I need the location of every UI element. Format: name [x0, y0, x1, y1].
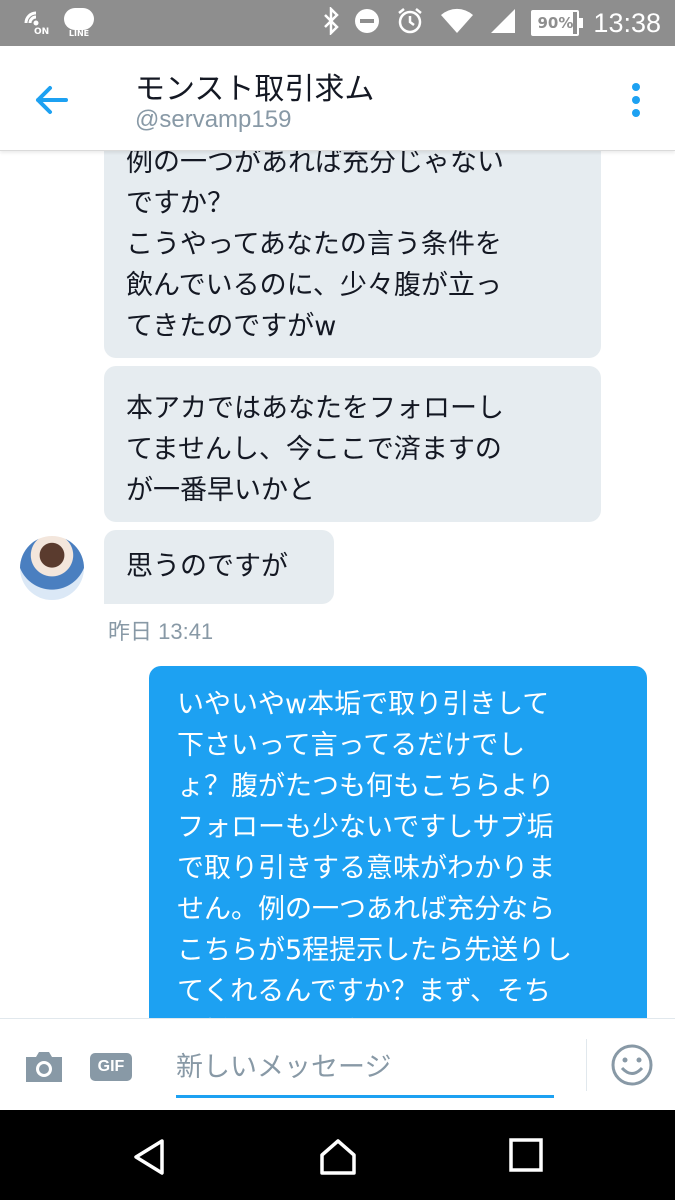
message-timestamp: 昨日 13:41 [108, 619, 214, 644]
more-options-icon[interactable] [631, 82, 641, 118]
status-bar: ON LINE 90% 13:38 [0, 0, 675, 46]
signal-icon [489, 7, 517, 39]
conversation-header: モンスト取引求ム @servamp159 [0, 46, 675, 151]
line-app-icon: LINE [64, 8, 94, 38]
wifi-icon [439, 7, 475, 39]
conversation-handle: @servamp159 [135, 106, 292, 133]
battery-icon: 90% [531, 10, 584, 36]
back-arrow-icon[interactable] [30, 78, 74, 122]
nfc-on-label: ON [34, 27, 50, 37]
composer-divider [586, 1039, 587, 1091]
battery-percent: 90% [537, 14, 574, 32]
alarm-icon [395, 6, 425, 40]
message-thread[interactable]: 例の一つがあれば充分じゃない ですか？ こうやってあなたの言う条件を 飲んでいる… [0, 150, 675, 1018]
sender-avatar[interactable] [20, 536, 84, 600]
nav-recents-icon[interactable] [508, 1137, 544, 1177]
message-composer: GIF [0, 1018, 675, 1111]
nav-home-icon[interactable] [318, 1137, 358, 1181]
line-app-label: LINE [68, 29, 90, 38]
outgoing-message[interactable]: いやいやw本垢で取り引きして 下さいって言ってるだけでし ょ？腹がたつも何もこち… [149, 666, 647, 1018]
emoji-icon[interactable] [610, 1043, 654, 1091]
status-time: 13:38 [593, 7, 661, 38]
camera-icon[interactable] [22, 1049, 66, 1089]
conversation-title: モンスト取引求ム [135, 72, 375, 107]
nav-back-icon[interactable] [130, 1137, 170, 1181]
gif-button[interactable]: GIF [90, 1053, 132, 1081]
message-input[interactable] [176, 1039, 554, 1098]
bluetooth-icon [323, 5, 340, 39]
do-not-disturb-icon [353, 7, 381, 39]
nfc-on-icon: ON [22, 9, 50, 37]
incoming-message[interactable]: 例の一つがあれば充分じゃない ですか？ こうやってあなたの言う条件を 飲んでいる… [104, 150, 601, 358]
incoming-message[interactable]: 思うのですが [104, 530, 334, 604]
incoming-message[interactable]: 本アカではあなたをフォローし てませんし、今ここで済ますの が一番早いかと [104, 366, 601, 522]
system-navigation-bar [0, 1110, 675, 1200]
